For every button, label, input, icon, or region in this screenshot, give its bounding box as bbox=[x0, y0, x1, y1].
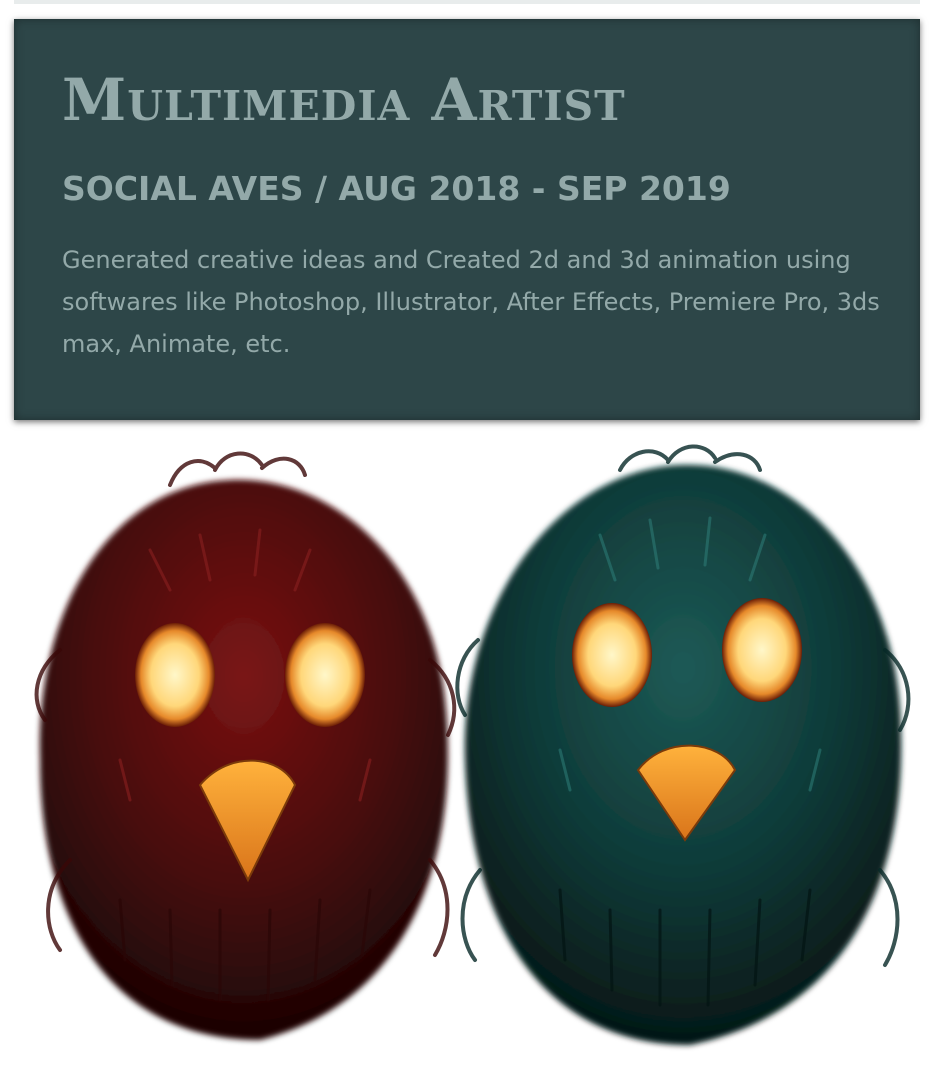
top-divider bbox=[14, 0, 920, 4]
job-description: Generated creative ideas and Created 2d … bbox=[62, 246, 880, 358]
job-title: Multimedia Artist bbox=[62, 66, 626, 134]
job-subtitle: SOCIAL AVES / AUG 2018 - SEP 2019 bbox=[62, 169, 731, 208]
red-bird bbox=[34, 451, 457, 1040]
job-header-card: Multimedia Artist SOCIAL AVES / AUG 2018… bbox=[14, 19, 920, 420]
birds-artwork bbox=[34, 444, 911, 1045]
teal-bird bbox=[455, 444, 911, 1045]
